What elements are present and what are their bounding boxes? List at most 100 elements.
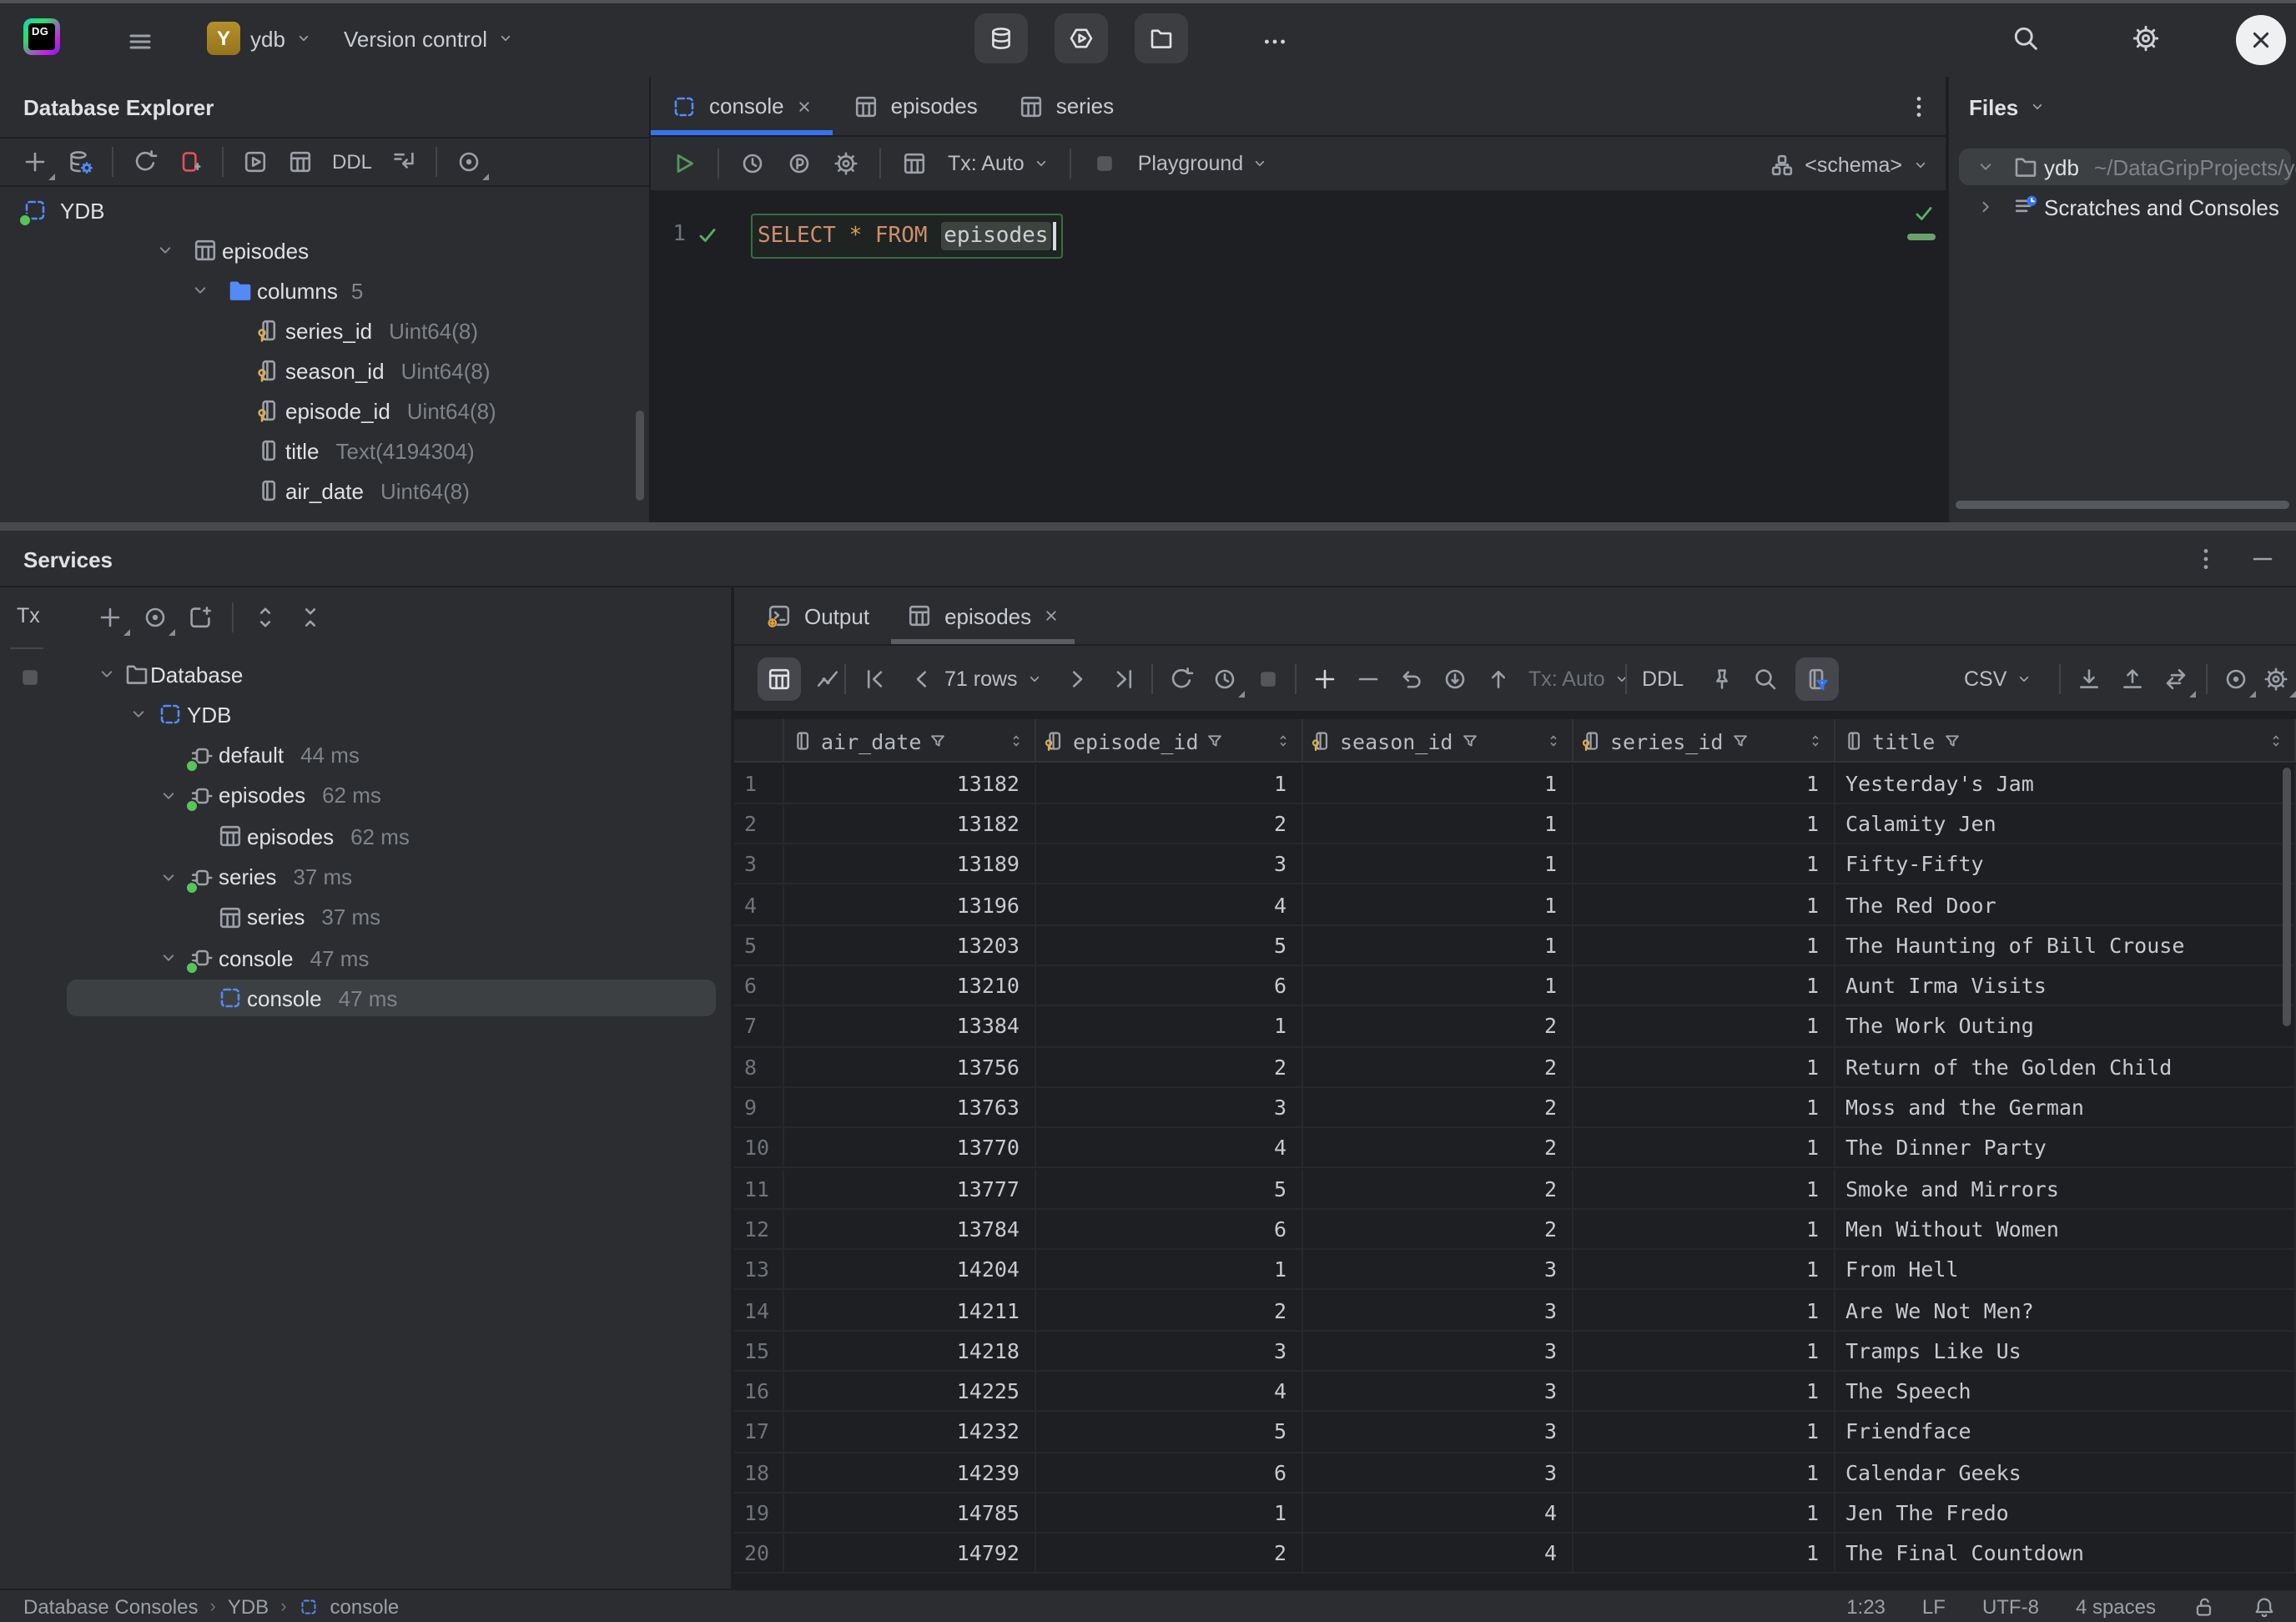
cell-title[interactable]: Calamity Jen [1835,804,2296,844]
table-view-icon[interactable] [901,150,928,177]
tree-item-YDB[interactable]: YDB [0,190,649,230]
cell-title[interactable]: The Final Countdown [1835,1534,2296,1573]
tree-item-season_id[interactable]: season_idUint64(8) [0,350,649,390]
cell-title[interactable]: Yesterday's Jam [1835,763,2296,803]
chevron-down-icon[interactable] [190,280,210,300]
cell-air_date[interactable]: 13203 [784,925,1036,965]
cell-episode_id[interactable]: 3 [1036,844,1303,884]
cell-episode_id[interactable]: 5 [1036,1169,1303,1208]
tree-item-Scratches and Consoles[interactable]: Scratches and Consoles [1949,187,2296,227]
rollback-icon[interactable] [1442,666,1468,693]
open-table-icon[interactable] [287,149,314,175]
export-format-select[interactable]: CSV [1964,646,2032,713]
cell-season_id[interactable]: 3 [1303,1331,1573,1370]
cell-episode_id[interactable]: 2 [1036,1291,1303,1330]
editor-tab-episodes[interactable]: episodes [833,77,998,135]
tree-item-episodes[interactable]: episodes [0,230,649,270]
filter-funnel-icon[interactable] [928,731,948,751]
cell-title[interactable]: Smoke and Mirrors [1835,1169,2296,1208]
cell-title[interactable]: From Hell [1835,1250,2296,1289]
run-icon[interactable] [671,150,697,177]
collapse-all-icon[interactable] [297,604,324,631]
cell-title[interactable]: Jen The Fredo [1835,1494,2296,1533]
cell-season_id[interactable]: 1 [1303,763,1573,803]
tree-item-ydb[interactable]: ydb~/DataGripProjects/ydb [1949,147,2296,187]
cell-air_date[interactable]: 14218 [784,1331,1036,1370]
cell-air_date[interactable]: 13777 [784,1169,1036,1208]
cell-episode_id[interactable]: 2 [1036,804,1303,844]
chevron-down-icon[interactable] [159,786,179,806]
filter-funnel-icon[interactable] [1459,731,1479,751]
schema-selector[interactable]: <schema> [1768,137,1929,192]
close-button[interactable] [2236,15,2286,65]
table-row[interactable]: 713384121The Work Outing [734,1007,2296,1048]
cell-episode_id[interactable]: 1 [1036,763,1303,803]
first-page-icon[interactable] [861,666,888,693]
tree-item-episode_id[interactable]: episode_idUint64(8) [0,390,649,431]
cell-season_id[interactable]: 3 [1303,1453,1573,1492]
tree-item-air_date[interactable]: air_dateUint64(8) [0,471,649,511]
cell-series_id[interactable]: 1 [1573,1210,1835,1249]
cell-episode_id[interactable]: 6 [1036,966,1303,1005]
notifications-bell-icon[interactable] [2253,1594,2276,1618]
cell-air_date[interactable]: 14204 [784,1250,1036,1289]
tx-mode-select[interactable]: Tx: Auto [1528,646,1630,713]
chevron-right-icon[interactable] [1976,197,1996,217]
results-tab-episodes[interactable]: episodes [888,587,1078,644]
cell-season_id[interactable]: 2 [1303,1169,1573,1208]
cell-series_id[interactable]: 1 [1573,1291,1835,1330]
settings-gear-icon[interactable] [2132,23,2162,53]
table-row[interactable]: 213182211Calamity Jen [734,804,2296,845]
tree-item-episodes[interactable]: episodes62 ms [0,816,733,856]
cell-series_id[interactable]: 1 [1573,1494,1835,1533]
export-download-icon[interactable] [2076,666,2102,693]
cell-series_id[interactable]: 1 [1573,885,1835,924]
cell-season_id[interactable]: 3 [1303,1413,1573,1452]
lock-icon[interactable] [2193,1594,2216,1618]
sql-editor[interactable]: 1 SELECT * FROM episodes [651,192,1946,522]
breadcrumb-item[interactable]: YDB [228,1594,269,1618]
cell-title[interactable]: The Haunting of Bill Crouse [1835,925,2296,965]
cell-episode_id[interactable]: 4 [1036,1372,1303,1411]
caret-position[interactable]: 1:23 [1846,1594,1886,1618]
tree-item-series_id[interactable]: series_idUint64(8) [0,310,649,350]
hide-panel-icon[interactable] [2249,546,2276,572]
revert-icon[interactable] [1398,666,1425,693]
table-row[interactable]: 413196411The Red Door [734,885,2296,926]
view-options-eye-icon[interactable] [2223,666,2249,693]
cell-title[interactable]: The Dinner Party [1835,1128,2296,1167]
search-icon[interactable] [2011,23,2041,53]
cell-title[interactable]: The Work Outing [1835,1007,2296,1046]
file-encoding[interactable]: UTF-8 [1982,1594,2039,1618]
reload-data-icon[interactable] [1168,666,1195,693]
cell-series_id[interactable]: 1 [1573,1088,1835,1127]
cell-air_date[interactable]: 13763 [784,1088,1036,1127]
cell-season_id[interactable]: 1 [1303,804,1573,844]
table-row[interactable]: 2014792241The Final Countdown [734,1534,2296,1574]
cell-series_id[interactable]: 1 [1573,1534,1835,1573]
cell-series_id[interactable]: 1 [1573,844,1835,884]
table-row[interactable]: 513203511The Haunting of Bill Crouse [734,925,2296,966]
console-settings-gear-icon[interactable] [833,150,859,177]
grid-scrollbar[interactable] [2283,768,2291,1026]
delete-row-icon[interactable] [1355,666,1382,693]
cell-air_date[interactable]: 14225 [784,1372,1036,1411]
column-header-air_date[interactable]: air_date [784,719,1036,763]
cell-air_date[interactable]: 14792 [784,1534,1036,1573]
view-options-eye-icon[interactable] [142,604,169,631]
jump-to-console-icon[interactable] [390,149,417,175]
cell-air_date[interactable]: 14239 [784,1453,1036,1492]
cell-episode_id[interactable]: 2 [1036,1047,1303,1086]
cell-air_date[interactable]: 13756 [784,1047,1036,1086]
more-tools-icon[interactable] [1262,28,1289,55]
cell-title[interactable]: The Red Door [1835,885,2296,924]
view-options-eye-icon[interactable] [456,149,482,175]
horizontal-splitter[interactable] [0,522,2296,531]
cell-episode_id[interactable]: 6 [1036,1453,1303,1492]
cell-episode_id[interactable]: 3 [1036,1331,1303,1370]
close-tab-icon[interactable] [796,98,813,114]
page-size-select[interactable]: 71 rows [944,646,1043,713]
tree-item-columns[interactable]: columns5 [0,270,649,310]
table-view-button[interactable] [758,657,801,701]
breadcrumb-item[interactable]: Database Consoles [23,1594,198,1618]
